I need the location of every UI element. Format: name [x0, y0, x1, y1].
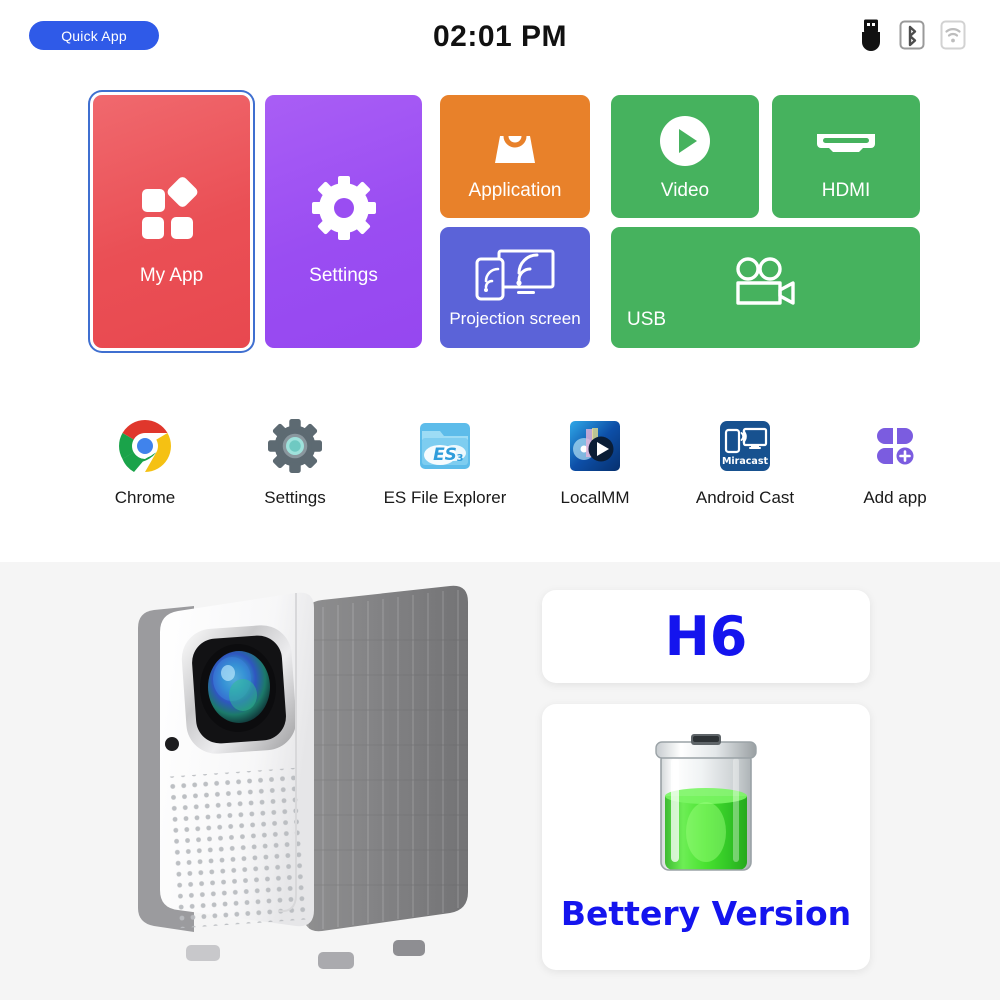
launcher-panel: Quick App 02:01 PM My App Settings Appli…: [0, 0, 1000, 562]
tile-usb[interactable]: USB: [611, 227, 920, 348]
es-file-explorer-icon: ES 3: [417, 418, 473, 474]
dock-item-settings[interactable]: Settings: [220, 410, 370, 530]
add-app-icon: [867, 418, 923, 474]
shopping-bag-icon: [440, 113, 590, 173]
chrome-icon: [117, 418, 173, 474]
tile-label: My App: [139, 265, 204, 286]
tile-my-app[interactable]: My App: [93, 95, 250, 348]
tile-hdmi[interactable]: HDMI: [772, 95, 920, 218]
dock-item-add-app[interactable]: Add app: [820, 410, 970, 530]
app-grid-icon: [93, 173, 250, 243]
battery-version-label: Bettery Version: [560, 894, 852, 933]
svg-text:Miracast: Miracast: [722, 456, 769, 467]
tile-video[interactable]: Video: [611, 95, 759, 218]
svg-text:ES: ES: [433, 445, 457, 465]
tile-label: Application: [468, 180, 562, 201]
hdmi-port-icon: [772, 111, 920, 171]
play-circle-icon: [611, 111, 759, 171]
tile-label: USB: [627, 309, 667, 330]
tile-settings[interactable]: Settings: [265, 95, 422, 348]
dock-item-label: Add app: [863, 488, 927, 507]
localmm-icon: [567, 418, 623, 474]
dock-item-label: ES File Explorer: [383, 488, 507, 507]
tile-label: Video: [660, 180, 710, 201]
tile-label: HDMI: [821, 180, 871, 201]
dock-item-label: LocalMM: [560, 488, 630, 507]
dock-item-label: Settings: [264, 488, 326, 507]
svg-text:3: 3: [457, 453, 464, 464]
projector-photo: [118, 580, 498, 980]
dock-item-es-file-explorer[interactable]: ES 3 ES File Explorer: [370, 410, 520, 530]
launcher-screen: Quick App 02:01 PM My App Settings Appli…: [0, 0, 1000, 1000]
product-showcase: H6 Bettery Version: [0, 562, 1000, 1000]
dock-item-label: Android Cast: [695, 488, 795, 507]
dock-item-localmm[interactable]: LocalMM: [520, 410, 670, 530]
screen-mirroring-icon: [440, 245, 590, 305]
battery-full-icon: [542, 732, 870, 882]
gear-icon: [265, 173, 422, 243]
tile-label: Settings: [309, 265, 378, 286]
miracast-icon: Miracast: [717, 418, 773, 474]
battery-card: Bettery Version: [542, 704, 870, 970]
model-name: H6: [664, 605, 748, 668]
app-dock: Chrome Settings ES 3 ES File Explorer Lo…: [0, 410, 1000, 530]
dock-item-label: Chrome: [114, 488, 176, 507]
gear-icon: [267, 418, 323, 474]
tile-label: Projection screen: [449, 309, 581, 328]
tile-grid: My App Settings Application Projection s…: [0, 0, 1000, 360]
tile-projection-screen[interactable]: Projection screen: [440, 227, 590, 348]
dock-item-chrome[interactable]: Chrome: [70, 410, 220, 530]
model-card: H6: [542, 590, 870, 683]
dock-item-android-cast[interactable]: Miracast Android Cast: [670, 410, 820, 530]
tile-application[interactable]: Application: [440, 95, 590, 218]
video-camera-icon: [611, 255, 920, 311]
